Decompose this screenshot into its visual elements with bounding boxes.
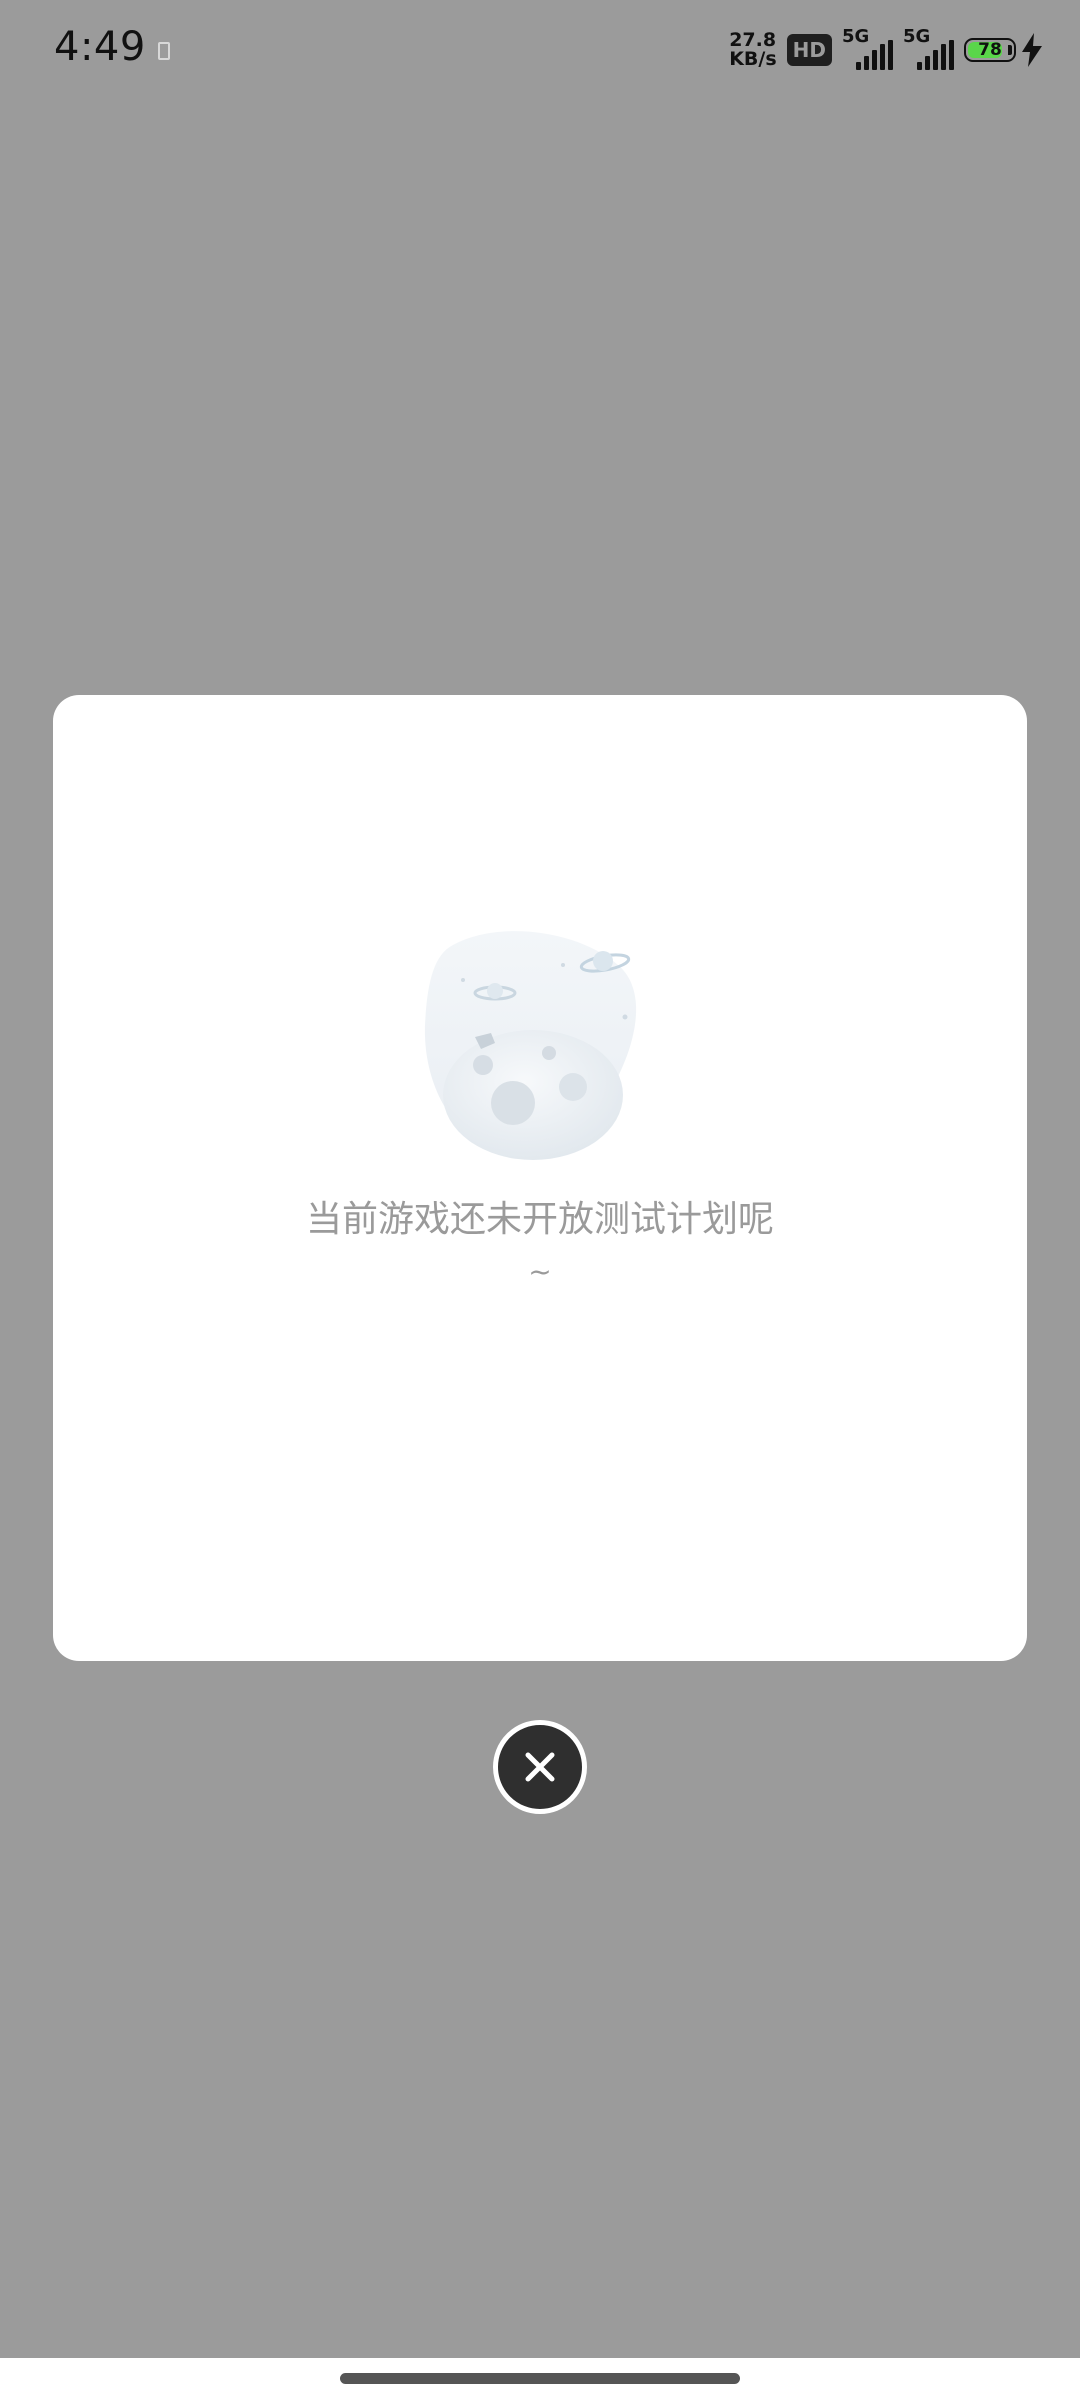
empty-planet-illustration xyxy=(424,931,637,1160)
signal-1-label: 5G xyxy=(842,26,870,47)
status-time: 4:49 xyxy=(54,24,146,70)
charging-bolt-icon xyxy=(1022,33,1042,67)
network-speed: 27.8 KB/s xyxy=(729,31,776,69)
notification-icon xyxy=(158,42,170,60)
signal-2-label: 5G xyxy=(903,26,931,47)
home-indicator[interactable] xyxy=(340,2373,740,2384)
close-button[interactable] xyxy=(493,1720,587,1814)
network-speed-unit: KB/s xyxy=(729,48,777,70)
status-icons: 27.8 KB/s HD 5G 5G 78 xyxy=(729,26,1042,72)
close-icon xyxy=(525,1752,555,1782)
empty-state-tilde: ~ xyxy=(528,1255,552,1288)
hd-voice-icon: HD xyxy=(786,34,832,66)
empty-state-message: 当前游戏还未开放测试计划呢 xyxy=(305,1199,774,1240)
battery-level: 78 xyxy=(978,40,1002,60)
navigation-bar xyxy=(0,2358,1080,2400)
signal-1-icon: 5G xyxy=(842,26,893,70)
status-bar: 4:49 27.8 KB/s HD 5G 5G 78 xyxy=(0,0,1080,100)
empty-state-dialog: 当前游戏还未开放测试计划呢 ~ xyxy=(53,695,1027,1661)
hd-badge-label: HD xyxy=(792,38,826,62)
signal-2-icon: 5G xyxy=(903,26,954,70)
battery-icon: 78 xyxy=(964,38,1016,62)
